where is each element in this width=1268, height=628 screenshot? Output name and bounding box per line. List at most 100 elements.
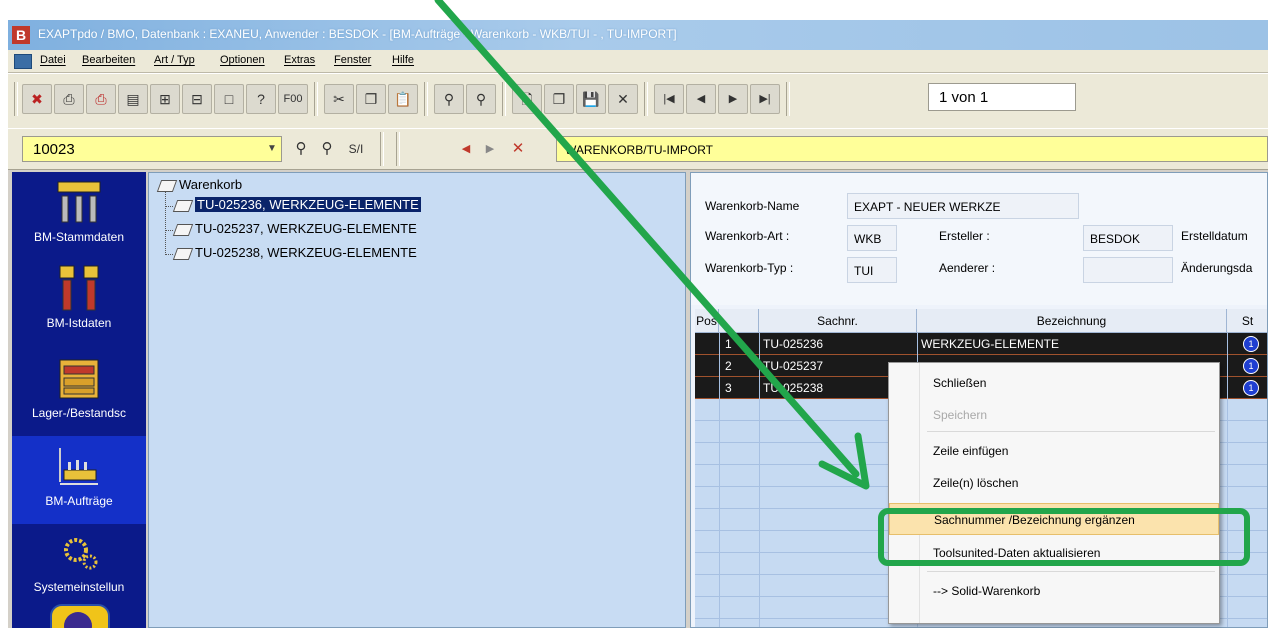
cell-pos: 2 xyxy=(725,359,732,373)
grid-line xyxy=(719,333,720,627)
basket-typ-field[interactable]: TUI xyxy=(847,257,897,283)
grid-line xyxy=(1227,333,1228,627)
menu-art-typ[interactable]: Art / Typ xyxy=(154,54,195,66)
nav-item-bm-auftraege[interactable]: BM-Aufträge xyxy=(12,436,146,524)
forward-arrow-icon[interactable]: ▶ xyxy=(480,137,500,161)
tree-item[interactable]: TU-025237, WERKZEUG-ELEMENTE xyxy=(172,221,417,236)
previous-record-icon[interactable]: ◀ xyxy=(686,84,716,114)
cancel-x-icon[interactable]: ✕ xyxy=(508,137,528,161)
search-list-icon[interactable]: ⚲ xyxy=(316,137,338,161)
basket-art-field[interactable]: WKB xyxy=(847,225,897,251)
aenderer-field[interactable] xyxy=(1083,257,1173,283)
tree-item[interactable]: TU-025236, WERKZEUG-ELEMENTE xyxy=(172,197,421,212)
menu-item-solid-warenkorb[interactable]: --> Solid-Warenkorb xyxy=(889,575,1219,607)
tree-root[interactable]: Warenkorb xyxy=(156,177,242,192)
blank-form-icon[interactable]: □ xyxy=(214,84,244,114)
nav-item-lager-bestand[interactable]: Lager-/Bestandsc xyxy=(12,348,146,436)
storage-cabinet-icon xyxy=(59,359,99,399)
nav-label: Lager-/Bestandsc xyxy=(31,406,127,420)
cell-bezeichnung: WERKZEUG-ELEMENTE xyxy=(921,337,1060,351)
aenderungsdatum-label: Änderungsda xyxy=(1181,261,1253,275)
page-indicator: 1 von 1 xyxy=(928,83,1076,111)
toolbar-separator xyxy=(424,82,428,116)
tree-connector xyxy=(165,206,173,207)
aenderer-label: Aenderer : xyxy=(939,261,996,275)
first-record-icon[interactable]: |◀ xyxy=(654,84,684,114)
search-next-icon[interactable]: ⚲ xyxy=(466,84,496,114)
paste-icon[interactable]: 📋 xyxy=(388,84,418,114)
annotation-highlight xyxy=(878,508,1250,566)
basket-item-icon xyxy=(172,247,194,260)
tree-item[interactable]: TU-025238, WERKZEUG-ELEMENTE xyxy=(172,245,417,260)
tree-connector xyxy=(165,230,173,231)
nav-item-bm-istdaten[interactable]: BM-Istdaten xyxy=(12,258,146,346)
delete-icon[interactable]: ✕ xyxy=(608,84,638,114)
toolbar-grip xyxy=(14,82,18,116)
menu-item-speichern[interactable]: Speichern xyxy=(889,399,1219,431)
column-header-sachnr[interactable]: Sachnr. xyxy=(759,309,917,333)
last-record-icon[interactable]: ▶| xyxy=(750,84,780,114)
si-button[interactable]: S/I xyxy=(342,137,370,161)
window-title: EXAPTpdo / BMO, Datenbank : EXANEU, Anwe… xyxy=(38,27,677,41)
next-record-icon[interactable]: ▶ xyxy=(718,84,748,114)
tree-structure-icon[interactable]: ⊟ xyxy=(182,84,212,114)
print-preview-icon[interactable]: ⎙ xyxy=(86,84,116,114)
tree-connector xyxy=(165,254,173,255)
menu-item-zeile-einfuegen[interactable]: Zeile einfügen xyxy=(889,435,1219,467)
main-toolbar: ✖ ⎙ ⎙ ▤ ⊞ ⊟ □ ? F00 ✂ ❐ 📋 ⚲ ⚲ 🗋 ❐ 💾 ✕ |◀… xyxy=(8,73,1268,129)
nav-label: BM-Stammdaten xyxy=(33,230,125,244)
back-arrow-icon[interactable]: ◀ xyxy=(456,137,476,161)
tree-view-icon[interactable]: ⊞ xyxy=(150,84,180,114)
menu-item-zeilen-loeschen[interactable]: Zeile(n) löschen xyxy=(889,467,1219,499)
menu-separator xyxy=(927,571,1215,572)
column-header-status[interactable]: St xyxy=(1227,309,1267,333)
basket-name-field[interactable]: EXAPT - NEUER WERKZE xyxy=(847,193,1079,219)
menu-bearbeiten[interactable]: Bearbeiten xyxy=(82,54,135,66)
app-logo-icon: B xyxy=(12,26,30,44)
search-binoculars-icon[interactable]: ⚲ xyxy=(434,84,464,114)
search-binoculars-icon[interactable]: ⚲ xyxy=(290,137,312,161)
exit-icon[interactable]: ✖ xyxy=(22,84,52,114)
ersteller-field[interactable]: BESDOK xyxy=(1083,225,1173,251)
column-header-pos-spacer xyxy=(719,309,759,333)
tree-connector xyxy=(165,191,166,255)
new-document-icon[interactable]: 🗋 xyxy=(512,84,542,114)
order-number-input[interactable]: 10023 xyxy=(22,136,282,162)
column-header-pos[interactable]: Pos xyxy=(695,309,719,333)
cut-icon[interactable]: ✂ xyxy=(324,84,354,114)
ersteller-label: Ersteller : xyxy=(939,229,990,243)
table-row[interactable]: 1 TU-025236 WERKZEUG-ELEMENTE 1 xyxy=(695,333,1267,355)
title-bar: B EXAPTpdo / BMO, Datenbank : EXANEU, An… xyxy=(8,20,1268,50)
nav-item-bm-stammdaten[interactable]: BM-Stammdaten xyxy=(12,172,146,260)
record-toolbar: 10023 ▼ ⚲ ⚲ S/I ◀ ▶ ✕ WARENKORB/TU-IMPOR… xyxy=(8,128,1268,170)
duplicate-icon[interactable]: ❐ xyxy=(544,84,574,114)
status-info-icon: 1 xyxy=(1243,380,1259,396)
basket-item-icon xyxy=(172,199,194,212)
erstelldatum-label: Erstelldatum xyxy=(1181,229,1248,243)
f00-button[interactable]: F00 xyxy=(278,84,308,114)
tool-holders-numbered-icon xyxy=(59,265,99,311)
toolbar-separator xyxy=(786,82,790,116)
menu-separator xyxy=(927,431,1215,432)
menu-hilfe[interactable]: Hilfe xyxy=(392,54,414,66)
save-icon[interactable]: 💾 xyxy=(576,84,606,114)
menu-optionen[interactable]: Optionen xyxy=(220,54,265,66)
print-icon[interactable]: ⎙ xyxy=(54,84,84,114)
menu-extras[interactable]: Extras xyxy=(284,54,315,66)
gears-icon xyxy=(64,538,98,570)
column-header-bezeichnung[interactable]: Bezeichnung xyxy=(917,309,1227,333)
nav-item-systemeinstellungen[interactable]: Systemeinstellun xyxy=(12,522,146,610)
cell-pos: 3 xyxy=(725,381,732,395)
menu-item-schliessen[interactable]: Schließen xyxy=(889,367,1219,399)
chevron-down-icon[interactable]: ▼ xyxy=(262,137,282,161)
help-document-icon[interactable]: ? xyxy=(246,84,276,114)
list-view-icon[interactable]: ▤ xyxy=(118,84,148,114)
copy-icon[interactable]: ❐ xyxy=(356,84,386,114)
document-window-icon[interactable] xyxy=(14,54,32,69)
menu-datei[interactable]: Datei xyxy=(40,54,66,66)
basket-art-label: Warenkorb-Art : xyxy=(705,229,790,243)
menu-fenster[interactable]: Fenster xyxy=(334,54,371,66)
exapt-logo-icon[interactable] xyxy=(50,604,110,628)
menu-bar: Datei Bearbeiten Art / Typ Optionen Extr… xyxy=(8,50,1268,73)
status-info-icon: 1 xyxy=(1243,358,1259,374)
